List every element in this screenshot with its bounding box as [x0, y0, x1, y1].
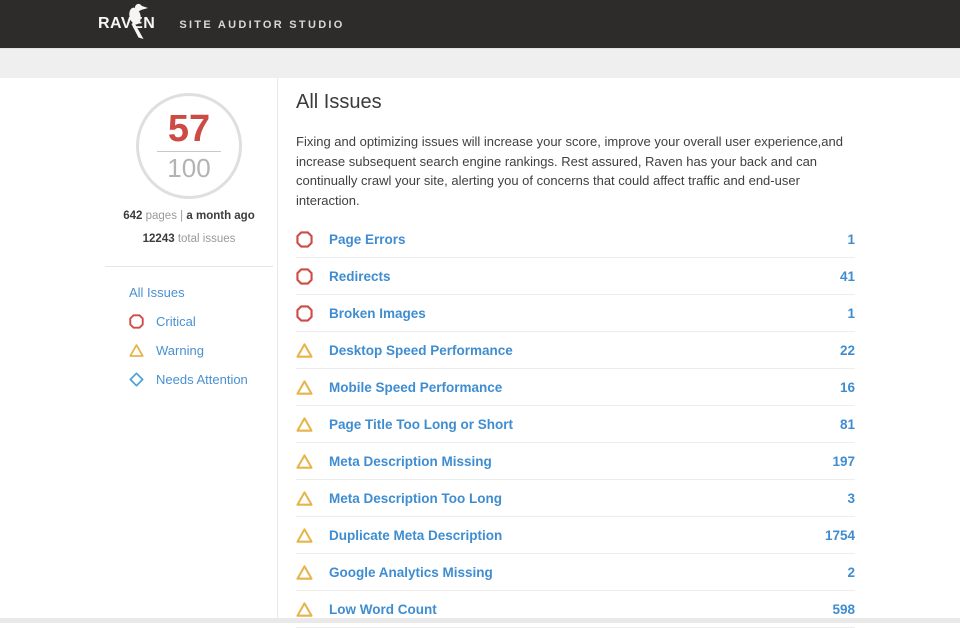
score-max: 100	[167, 153, 211, 183]
warning-icon	[296, 564, 313, 581]
issue-count: 598	[832, 601, 855, 617]
sidebar-item-warning[interactable]: Warning	[105, 336, 273, 365]
raven-bird-icon	[129, 3, 148, 39]
issue-row-redirects[interactable]: Redirects 41	[296, 258, 855, 295]
issue-label: Meta Description Too Long	[329, 490, 502, 506]
page-title: All Issues	[296, 91, 382, 113]
warning-icon	[296, 490, 313, 507]
issue-row-duplicate-meta-description[interactable]: Duplicate Meta Description 1754	[296, 517, 855, 554]
warning-icon	[296, 601, 313, 618]
sidebar-item-label: Critical	[156, 314, 196, 329]
issue-row-meta-description-missing[interactable]: Meta Description Missing 197	[296, 443, 855, 480]
meta-separator: |	[180, 210, 184, 222]
last-crawl-time: a month ago	[186, 210, 255, 222]
pages-count: 642	[123, 210, 143, 222]
issue-label: Meta Description Missing	[329, 453, 492, 469]
critical-icon	[296, 230, 313, 248]
site-score-gauge: 57 100	[136, 93, 242, 199]
issue-label: Redirects	[329, 268, 391, 284]
app-header: RAVEN SITE AUDITOR STUDIO	[0, 0, 960, 48]
issue-count: 1	[847, 305, 855, 321]
issue-label: Low Word Count	[329, 601, 437, 617]
page-bottom-strip	[0, 618, 960, 623]
issue-label: Google Analytics Missing	[329, 564, 493, 580]
app-title: SITE AUDITOR STUDIO	[179, 18, 345, 31]
issue-row-page-errors[interactable]: Page Errors 1	[296, 221, 855, 258]
warning-icon	[296, 379, 313, 396]
page-gray-band	[0, 48, 960, 78]
sidebar-item-label: All Issues	[129, 285, 185, 300]
page-description: Fixing and optimizing issues will increa…	[296, 134, 843, 208]
warning-icon	[296, 416, 313, 433]
main-panel: All Issues Fixing and optimizing issues …	[278, 78, 960, 628]
warning-icon	[296, 453, 313, 470]
sidebar-item-label: Warning	[156, 343, 204, 358]
issue-list: Page Errors 1 Redirects 41 Broken Images…	[296, 221, 855, 628]
issue-count: 1	[847, 231, 855, 247]
issue-count: 41	[839, 268, 855, 284]
pages-label: pages	[145, 210, 177, 222]
critical-icon	[129, 314, 144, 329]
crawl-summary: 642 pages | a month ago	[105, 210, 273, 223]
score-value: 57	[167, 108, 211, 150]
issue-row-mobile-speed-performance[interactable]: Mobile Speed Performance 16	[296, 369, 855, 406]
sidebar: 57 100 642 pages | a month ago 12243 tot…	[0, 78, 278, 623]
total-issues-count: 12243	[142, 233, 175, 245]
sidebar-item-needs-attention[interactable]: Needs Attention	[105, 365, 273, 394]
sidebar-divider	[105, 266, 273, 267]
raven-logo[interactable]: RAVEN	[98, 0, 155, 48]
sidebar-item-label: Needs Attention	[156, 372, 248, 387]
issue-label: Page Title Too Long or Short	[329, 416, 513, 432]
total-issues-label: total issues	[177, 233, 236, 245]
attention-icon	[129, 372, 144, 387]
issue-row-page-title-too-long-or-short[interactable]: Page Title Too Long or Short 81	[296, 406, 855, 443]
sidebar-nav: All Issues Critical Warning Needs Attent…	[105, 278, 273, 394]
issue-row-broken-images[interactable]: Broken Images 1	[296, 295, 855, 332]
issue-label: Page Errors	[329, 231, 406, 247]
issue-count: 16	[839, 379, 855, 395]
issue-count: 1754	[824, 527, 855, 543]
issue-row-google-analytics-missing[interactable]: Google Analytics Missing 2	[296, 554, 855, 591]
issue-count: 2	[847, 564, 855, 580]
warning-icon	[296, 342, 313, 359]
issue-count: 81	[839, 416, 855, 432]
sidebar-item-critical[interactable]: Critical	[105, 307, 273, 336]
issue-label: Mobile Speed Performance	[329, 379, 503, 395]
issue-label: Duplicate Meta Description	[329, 527, 503, 543]
issue-count: 197	[832, 453, 855, 469]
issue-label: Broken Images	[329, 305, 426, 321]
content-area: 57 100 642 pages | a month ago 12243 tot…	[0, 78, 960, 628]
issue-row-meta-description-too-long[interactable]: Meta Description Too Long 3	[296, 480, 855, 517]
issue-label: Desktop Speed Performance	[329, 342, 513, 358]
total-issues-summary: 12243 total issues	[105, 233, 273, 246]
score-divider	[157, 151, 221, 152]
issue-count: 3	[847, 490, 855, 506]
critical-icon	[296, 267, 313, 285]
issue-row-desktop-speed-performance[interactable]: Desktop Speed Performance 22	[296, 332, 855, 369]
issue-count: 22	[839, 342, 855, 358]
critical-icon	[296, 304, 313, 322]
warning-icon	[296, 527, 313, 544]
warning-icon	[129, 343, 144, 358]
sidebar-item-all-issues[interactable]: All Issues	[105, 278, 273, 307]
